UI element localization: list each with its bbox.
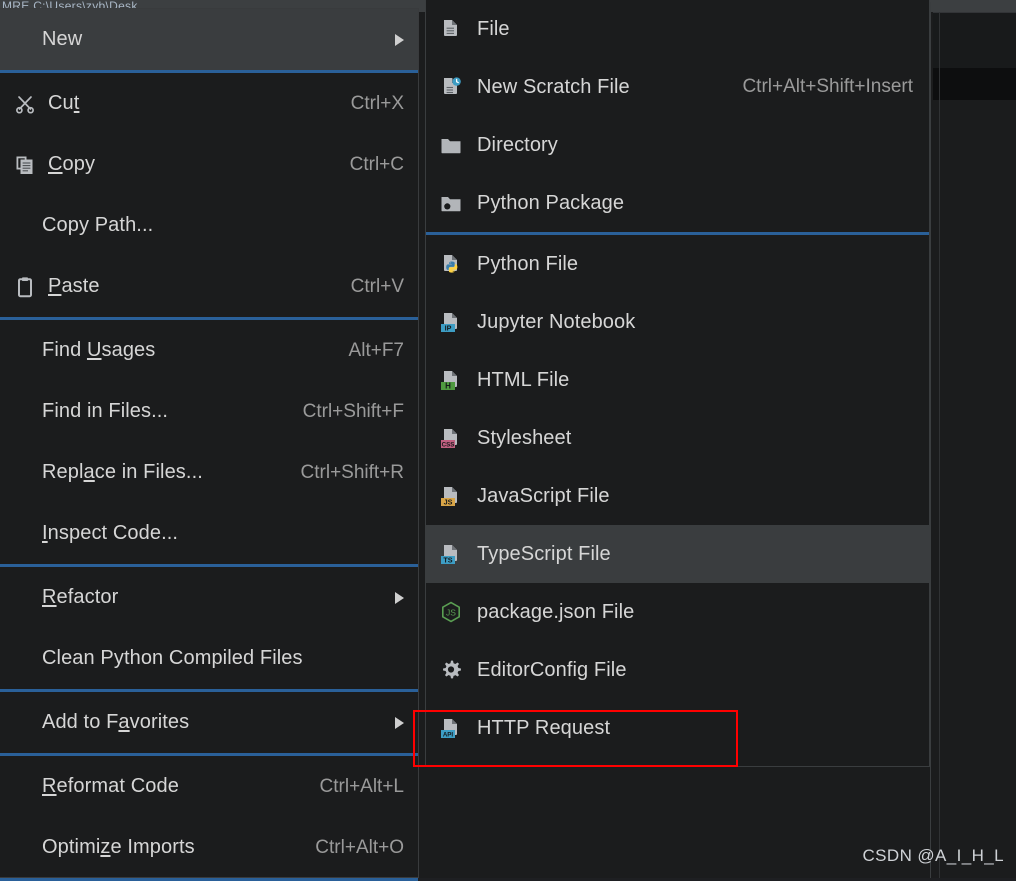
menu-item-label: Cut bbox=[48, 92, 80, 114]
menu-item-shortcut: Alt+F7 bbox=[348, 339, 404, 361]
package-icon bbox=[439, 192, 463, 214]
submenu-item-jupyter-notebook[interactable]: IP Jupyter Notebook bbox=[426, 293, 929, 351]
menu-item-copy-path[interactable]: Copy Path... bbox=[0, 195, 418, 256]
menu-item-label: Find in Files... bbox=[42, 400, 169, 422]
menu-item-label: Find Usages bbox=[42, 339, 156, 361]
menu-item-label: Refactor bbox=[42, 586, 119, 608]
menu-item-label: Inspect Code... bbox=[42, 522, 179, 544]
submenu-item-label: Directory bbox=[477, 133, 558, 156]
submenu-item-javascript-file[interactable]: JS JavaScript File bbox=[426, 467, 929, 525]
menu-item-shortcut: Ctrl+V bbox=[350, 275, 404, 297]
menu-item-label: Add to Favorites bbox=[42, 711, 190, 733]
menu-item-optimize-imports[interactable]: Optimize Imports Ctrl+Alt+O bbox=[0, 817, 418, 878]
menu-item-shortcut: Ctrl+C bbox=[349, 153, 404, 175]
submenu-item-label: Python File bbox=[477, 252, 579, 275]
menu-item-inspect-code[interactable]: Inspect Code... bbox=[0, 503, 418, 564]
scratch-file-icon bbox=[439, 76, 463, 98]
right-panel-lower bbox=[933, 68, 1016, 100]
submenu-item-python-package[interactable]: Python Package bbox=[426, 174, 929, 232]
menu-item-shortcut: Ctrl+Alt+O bbox=[315, 836, 404, 858]
menu-item-find-usages[interactable]: Find Usages Alt+F7 bbox=[0, 320, 418, 381]
submenu-item-label: package.json File bbox=[477, 600, 635, 623]
submenu-item-label: HTTP Request bbox=[477, 716, 611, 739]
submenu-item-package-json-file[interactable]: JS package.json File bbox=[426, 583, 929, 641]
submenu-item-stylesheet[interactable]: CSS Stylesheet bbox=[426, 409, 929, 467]
submenu-item-label: File bbox=[477, 17, 510, 40]
submenu-item-shortcut: Ctrl+Alt+Shift+Insert bbox=[742, 76, 913, 97]
svg-text:TS: TS bbox=[443, 556, 452, 565]
svg-text:H: H bbox=[445, 382, 451, 391]
menu-item-shortcut: Ctrl+Shift+R bbox=[300, 461, 404, 483]
menu-item-new[interactable]: New bbox=[0, 9, 418, 70]
scissors-icon bbox=[14, 92, 42, 116]
menu-item-clean-python-compiled-files[interactable]: Clean Python Compiled Files bbox=[0, 628, 418, 689]
gear-icon bbox=[439, 659, 463, 681]
submenu-item-html-file[interactable]: H HTML File bbox=[426, 351, 929, 409]
new-submenu[interactable]: File New Scratch File Ctrl+Alt+Shift+Inser… bbox=[425, 0, 930, 767]
menu-item-reformat-code[interactable]: Reformat Code Ctrl+Alt+L bbox=[0, 756, 418, 817]
submenu-item-label: TypeScript File bbox=[477, 542, 611, 565]
api-file-icon: API bbox=[439, 717, 463, 739]
submenu-item-label: Stylesheet bbox=[477, 426, 572, 449]
jupyter-file-icon: IP bbox=[439, 311, 463, 333]
submenu-item-label: New Scratch File bbox=[477, 75, 630, 98]
menu-item-label: Copy Path... bbox=[42, 214, 154, 236]
menu-item-cut[interactable]: Cut Ctrl+X bbox=[0, 73, 418, 134]
svg-text:JS: JS bbox=[444, 498, 453, 507]
menu-item-refactor[interactable]: Refactor bbox=[0, 567, 418, 628]
menu-item-find-in-files[interactable]: Find in Files... Ctrl+Shift+F bbox=[0, 381, 418, 442]
menu-item-label: Reformat Code bbox=[42, 775, 179, 797]
menu-item-shortcut: Ctrl+X bbox=[350, 92, 404, 114]
menu-item-label: Replace in Files... bbox=[42, 461, 203, 483]
menu-item-shortcut: Ctrl+Shift+F bbox=[302, 400, 404, 422]
menu-item-label: Clean Python Compiled Files bbox=[42, 647, 303, 669]
folder-icon bbox=[439, 134, 463, 156]
ts-file-icon: TS bbox=[439, 543, 463, 565]
menu-item-label: Paste bbox=[48, 275, 100, 297]
context-menu[interactable]: New Cut Ctrl+X Copy Ctrl+C Copy Path... Paste C… bbox=[0, 8, 419, 881]
menu-item-shortcut: Ctrl+Alt+L bbox=[319, 775, 404, 797]
right-panel-upper bbox=[933, 12, 1016, 68]
submenu-item-label: JavaScript File bbox=[477, 484, 610, 507]
submenu-item-label: Python Package bbox=[477, 191, 625, 214]
css-file-icon: CSS bbox=[439, 427, 463, 449]
file-icon bbox=[439, 18, 463, 40]
menu-item-replace-in-files[interactable]: Replace in Files... Ctrl+Shift+R bbox=[0, 442, 418, 503]
svg-text:CSS: CSS bbox=[442, 442, 455, 449]
menu-item-paste[interactable]: Paste Ctrl+V bbox=[0, 256, 418, 317]
svg-text:JS: JS bbox=[446, 607, 456, 617]
chevron-right-icon bbox=[395, 591, 404, 604]
html-file-icon: H bbox=[439, 369, 463, 391]
chevron-right-icon bbox=[395, 716, 404, 729]
menu-item-label: Copy bbox=[48, 153, 96, 175]
submenu-item-http-request[interactable]: API HTTP Request bbox=[426, 699, 929, 757]
menu-item-copy[interactable]: Copy Ctrl+C bbox=[0, 134, 418, 195]
js-file-icon: JS bbox=[439, 485, 463, 507]
menu-item-label: New bbox=[42, 28, 83, 50]
nodejs-icon: JS bbox=[439, 601, 463, 623]
chevron-right-icon bbox=[395, 33, 404, 46]
menu-item-label: Optimize Imports bbox=[42, 836, 195, 858]
submenu-item-directory[interactable]: Directory bbox=[426, 116, 929, 174]
submenu-item-typescript-file[interactable]: TS TypeScript File bbox=[426, 525, 929, 583]
copy-icon bbox=[14, 153, 42, 177]
panel-divider-inner bbox=[939, 12, 940, 878]
menu-item-add-to-favorites[interactable]: Add to Favorites bbox=[0, 692, 418, 753]
submenu-item-new-scratch-file[interactable]: New Scratch File Ctrl+Alt+Shift+Insert bbox=[426, 58, 929, 116]
submenu-item-python-file[interactable]: Python File bbox=[426, 235, 929, 293]
submenu-item-file[interactable]: File bbox=[426, 0, 929, 58]
csdn-watermark: CSDN @A_I_H_L bbox=[862, 846, 1004, 865]
svg-text:IP: IP bbox=[445, 324, 452, 333]
submenu-item-editorconfig-file[interactable]: EditorConfig File bbox=[426, 641, 929, 699]
submenu-item-label: Jupyter Notebook bbox=[477, 310, 636, 333]
panel-divider-outer bbox=[930, 2, 931, 878]
submenu-item-label: HTML File bbox=[477, 368, 570, 391]
python-file-icon bbox=[439, 253, 463, 275]
svg-text:API: API bbox=[443, 732, 454, 739]
submenu-item-label: EditorConfig File bbox=[477, 658, 627, 681]
clipboard-icon bbox=[14, 275, 42, 299]
